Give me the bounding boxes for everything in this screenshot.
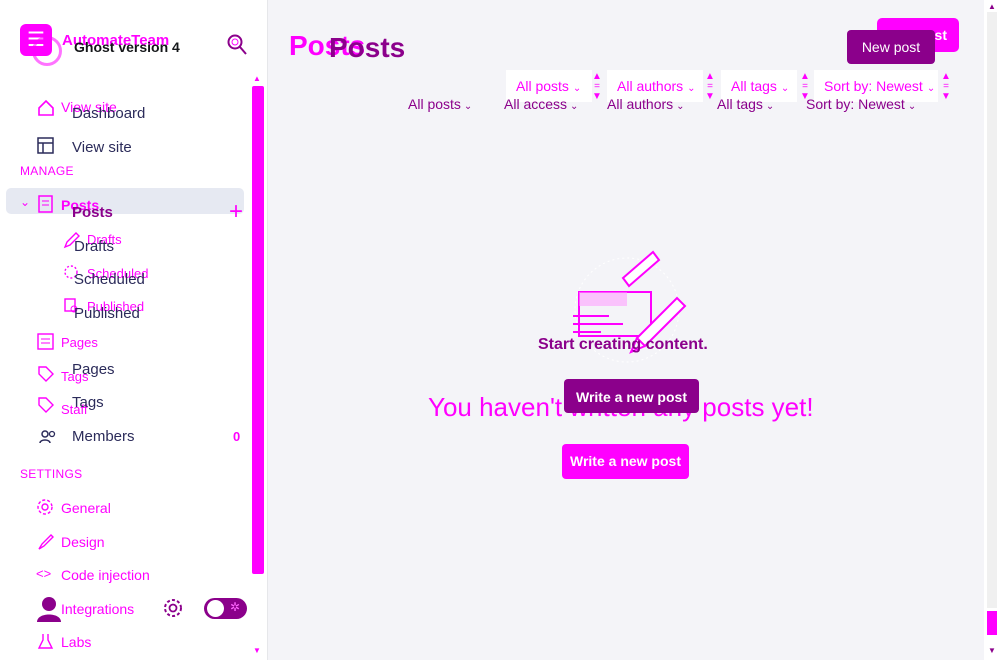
members-icon — [39, 430, 56, 444]
sidebar-item-design[interactable]: Design — [61, 534, 105, 550]
filter-option-authors[interactable]: All authors ⌄ — [607, 96, 685, 112]
site-version: Ghost version 4 — [74, 39, 180, 55]
add-post-plus-icon[interactable]: + — [229, 200, 243, 224]
settings-gear-icon[interactable] — [162, 597, 184, 619]
filter-author-spinner[interactable]: ▲ = ▼ — [704, 72, 716, 102]
sidebar-item-posts[interactable]: Posts — [72, 204, 113, 221]
sidebar-item-published[interactable]: Published — [74, 305, 140, 322]
sidebar-item-pages[interactable]: Pages — [72, 361, 115, 378]
sidebar-item-code-injection[interactable]: Code injection — [61, 567, 150, 583]
new-post-button[interactable]: New post — [847, 30, 935, 64]
empty-posts-illustration — [573, 250, 687, 363]
brush-icon — [38, 534, 54, 550]
chevron-down-icon[interactable]: ⌄ — [20, 195, 30, 209]
filter-option-posts[interactable]: All posts ⌄ — [408, 96, 472, 112]
sidebar-item-scheduled[interactable]: Scheduled — [74, 271, 145, 288]
sidebar-item-view-site[interactable]: View site — [72, 139, 132, 156]
manage-heading: MANAGE — [20, 164, 74, 178]
page-scrollbar[interactable]: ▲ ▼ — [984, 0, 1000, 660]
filter-option-tags[interactable]: All tags ⌄ — [717, 96, 774, 112]
filter-option-sort[interactable]: Sort by: Newest ⌄ — [806, 96, 916, 112]
gear-icon — [37, 499, 53, 515]
filter-option-access[interactable]: All access ⌄ — [504, 96, 578, 112]
write-new-post-button[interactable]: Write a new post — [562, 444, 689, 479]
write-new-post-button-overlay[interactable]: Write a new post — [564, 379, 699, 413]
sidebar-item-dashboard[interactable]: Dashboard — [72, 105, 145, 122]
home-icon — [38, 99, 54, 116]
pages-icon — [37, 333, 54, 350]
staff-icon — [38, 397, 54, 413]
sidebar-item-integrations[interactable]: Integrations — [61, 601, 134, 617]
tag-icon — [38, 366, 54, 382]
sidebar-item-tags[interactable]: Tags — [72, 394, 104, 411]
sidebar: ☰ AutomateTeam Ghost version 4 View site… — [0, 0, 268, 660]
sidebar-item-members[interactable]: Members — [72, 428, 135, 445]
flask-icon — [37, 634, 54, 649]
sidebar-overlay-pages[interactable]: Pages — [61, 335, 98, 350]
user-avatar[interactable] — [36, 595, 62, 623]
layout-icon — [37, 137, 54, 154]
settings-heading: SETTINGS — [20, 467, 83, 481]
search-icon[interactable] — [226, 33, 248, 57]
sidebar-item-drafts[interactable]: Drafts — [74, 238, 114, 255]
sidebar-scrollbar[interactable]: ▲ ▼ — [250, 70, 266, 660]
sort-spinner[interactable]: ▲ = ▼ — [940, 72, 952, 102]
sidebar-item-general[interactable]: General — [61, 500, 111, 516]
filter-type-spinner[interactable]: ▲ = ▼ — [591, 72, 603, 102]
logo-ring-icon — [32, 36, 62, 66]
dark-mode-toggle[interactable]: ✲ — [204, 598, 247, 619]
empty-state-heading: Start creating content. — [538, 336, 708, 353]
posts-icon — [38, 195, 53, 213]
sidebar-item-labs[interactable]: Labs — [61, 634, 91, 650]
code-icon: <> — [36, 566, 52, 581]
members-count: 0 — [233, 429, 241, 444]
page-title: Posts — [329, 32, 406, 63]
